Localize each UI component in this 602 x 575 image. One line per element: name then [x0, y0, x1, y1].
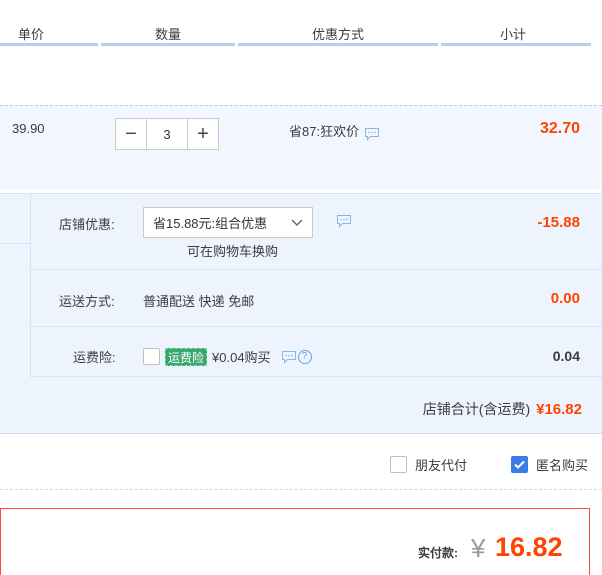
insurance-checkbox[interactable]: [143, 348, 160, 365]
chevron-down-icon: [291, 219, 303, 226]
shop-discount-selected: 省15.88元:组合优惠: [153, 216, 268, 231]
actual-payment-amount: 16.82: [495, 532, 563, 562]
table-header: 单价 数量 优惠方式 小计: [0, 0, 602, 47]
header-underline: [101, 43, 235, 46]
header-promotion: 优惠方式: [312, 27, 365, 42]
quantity-input[interactable]: 3: [147, 118, 187, 150]
insurance-value: 0.04: [552, 348, 580, 364]
currency-symbol: ¥: [471, 533, 486, 563]
divider: [0, 243, 30, 244]
shop-total-label: 店铺合计(含运费): [422, 401, 531, 417]
unit-price: 39.90: [12, 121, 45, 136]
shipping-label: 运送方式:: [59, 294, 115, 309]
insurance-option: 运费险 ¥0.04购买 ?: [143, 347, 312, 366]
checkmark-icon: [514, 460, 525, 469]
increase-quantity-button[interactable]: +: [187, 118, 219, 150]
friend-pay-label: 朋友代付: [415, 458, 468, 473]
order-item-row: 39.90 − 3 + 省87:狂欢价 32.70: [0, 105, 602, 190]
insurance-label: 运费险:: [73, 350, 116, 365]
order-options: 朋友代付 匿名购买: [0, 436, 602, 490]
shipping-insurance-row: 运费险: 运费险 ¥0.04购买 ? 0.04: [31, 327, 602, 377]
shop-discount-label: 店铺优惠:: [59, 217, 115, 232]
shop-left-gutter: [0, 194, 30, 377]
shop-discount-row: 店铺优惠: 省15.88元:组合优惠 可在购物车换购 -15.88: [31, 194, 602, 270]
shipping-value: 0.00: [550, 290, 580, 307]
friend-pay-checkbox[interactable]: [390, 456, 407, 473]
shop-summary: 店铺优惠: 省15.88元:组合优惠 可在购物车换购 -15.88 运送方式: …: [0, 193, 602, 434]
actual-payment-label: 实付款:: [418, 546, 458, 560]
header-underline: [238, 43, 438, 46]
decrease-quantity-button[interactable]: −: [115, 118, 147, 150]
shop-total: 店铺合计(含运费) ¥16.82: [423, 399, 582, 419]
shop-discount-select[interactable]: 省15.88元:组合优惠: [143, 207, 313, 238]
promotion-text: 省87:狂欢价: [289, 124, 360, 139]
anonymous-checkbox[interactable]: [511, 456, 528, 473]
promotion-info: 省87:狂欢价: [289, 121, 380, 141]
anonymous-option[interactable]: 匿名购买: [511, 455, 588, 474]
question-circle-icon[interactable]: ?: [297, 349, 312, 364]
chat-bubble-icon[interactable]: [281, 350, 297, 364]
insurance-badge: 运费险: [165, 347, 208, 366]
insurance-price: ¥0.04购买: [212, 350, 271, 365]
chat-bubble-icon[interactable]: [336, 214, 352, 228]
chat-bubble-icon[interactable]: [364, 127, 380, 141]
item-subtotal: 32.70: [539, 120, 580, 137]
header-price: 单价: [18, 27, 45, 42]
header-quantity: 数量: [155, 27, 182, 42]
header-underline: [0, 43, 98, 46]
exchange-in-cart-link[interactable]: 可在购物车换购: [187, 241, 278, 260]
shipping-row: 运送方式: 普通配送 快递 免邮 0.00: [31, 270, 602, 327]
actual-payment-box: 实付款: ¥ 16.82: [0, 508, 590, 575]
friend-pay-option[interactable]: 朋友代付: [390, 455, 467, 474]
header-underline: [441, 43, 591, 46]
shop-total-value: ¥16.82: [536, 401, 582, 418]
anonymous-label: 匿名购买: [536, 458, 589, 473]
shipping-method: 普通配送 快递 免邮: [143, 294, 255, 309]
header-subtotal: 小计: [500, 27, 527, 42]
quantity-stepper: − 3 +: [115, 118, 219, 150]
shop-discount-value: -15.88: [537, 214, 580, 231]
